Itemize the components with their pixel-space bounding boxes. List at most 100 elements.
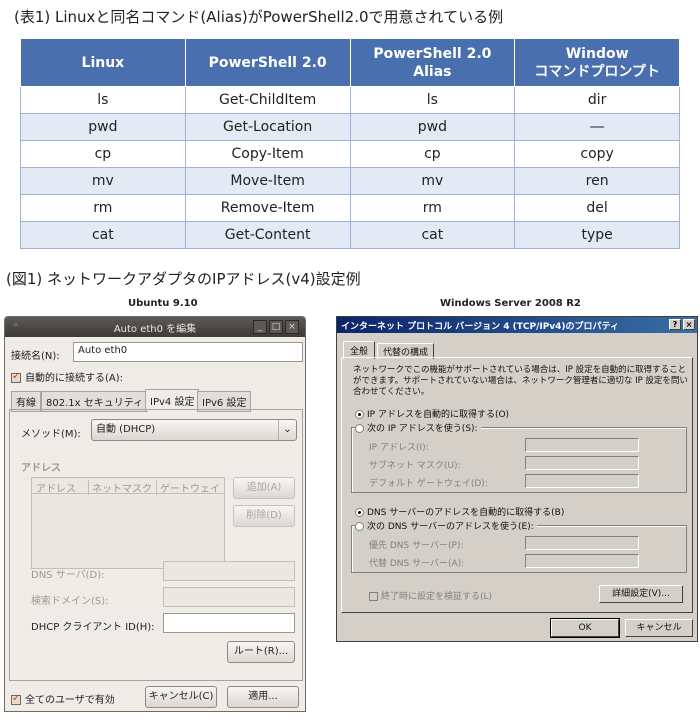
ok-button[interactable]: OK xyxy=(550,618,620,638)
maximize-icon[interactable]: □ xyxy=(269,320,283,334)
table-row: cat Get-Content cat type xyxy=(20,221,680,249)
table-row: cp Copy-Item cp copy xyxy=(20,140,680,168)
apply-button[interactable]: 適用... xyxy=(227,686,299,708)
delete-button[interactable]: 削除(D) xyxy=(233,505,295,527)
close-icon[interactable]: × xyxy=(285,320,299,334)
cmd-cell: copy xyxy=(514,140,680,168)
ip-manual-radio-row[interactable]: 次の IP アドレスを使う(S): xyxy=(355,421,481,434)
ip-manual-radio[interactable] xyxy=(355,424,364,433)
alias-cell: cat xyxy=(349,221,516,249)
header-powershell: PowerShell 2.0 xyxy=(184,38,351,87)
table-caption: (表1) Linuxと同名コマンド(Alias)がPowerShell2.0で用… xyxy=(14,8,504,26)
dns-manual-radio-row[interactable]: 次の DNS サーバーのアドレスを使う(E): xyxy=(355,519,537,532)
table-row: mv Move-Item mv ren xyxy=(20,167,680,195)
powershell-cell: Move-Item xyxy=(184,167,351,195)
method-select[interactable]: 自動 (DHCP) ⌄ xyxy=(91,419,297,441)
table-row: ls Get-ChildItem ls dir xyxy=(20,86,680,114)
alias-cell: rm xyxy=(349,194,516,222)
powershell-cell: Remove-Item xyxy=(184,194,351,222)
address-list: アドレス ネットマスク ゲートウェイ xyxy=(31,477,225,569)
table-row: pwd Get-Location pwd ― xyxy=(20,113,680,141)
connection-name-label: 接続名(N): xyxy=(11,351,60,362)
alias-cell: cp xyxy=(349,140,516,168)
linux-cell: pwd xyxy=(20,113,186,141)
cmd-cell: del xyxy=(514,194,680,222)
subnet-mask-field[interactable] xyxy=(525,456,639,470)
alternate-dns-field[interactable] xyxy=(525,554,639,568)
tab-ipv4-settings[interactable]: IPv4 設定 xyxy=(145,389,200,411)
header-powershell-alias: PowerShell 2.0 Alias xyxy=(349,38,516,87)
header-linux: Linux xyxy=(20,38,186,87)
table-row: rm Remove-Item rm del xyxy=(20,194,680,222)
netmask-column-header: ネットマスク xyxy=(88,480,152,495)
add-button[interactable]: 追加(A) xyxy=(233,477,295,499)
cmd-cell: dir xyxy=(514,86,680,114)
ip-address-field[interactable] xyxy=(525,438,639,452)
subnet-mask-label: サブネット マスク(U): xyxy=(369,461,461,471)
all-users-checkbox-row[interactable]: 全てのユーザで有効 xyxy=(11,691,115,706)
cmd-cell: type xyxy=(514,221,680,249)
linux-cell: ls xyxy=(20,86,186,114)
dns-auto-label: DNS サーバーのアドレスを自動的に取得する(B) xyxy=(367,508,565,518)
validate-checkbox-row[interactable]: 終了時に設定を検証する(L) xyxy=(369,589,492,602)
ip-manual-label: 次の IP アドレスを使う(S): xyxy=(367,424,478,434)
all-users-label: 全てのユーザで有効 xyxy=(25,695,115,706)
cancel-button[interactable]: キャンセル xyxy=(625,619,693,637)
address-list-header: アドレス ネットマスク ゲートウェイ xyxy=(32,478,224,495)
powershell-cell: Copy-Item xyxy=(184,140,351,168)
powershell-cell: Get-Content xyxy=(184,221,351,249)
dhcp-client-id-input[interactable] xyxy=(163,613,295,633)
address-section-label: アドレス xyxy=(21,463,61,474)
auto-connect-checkbox[interactable] xyxy=(11,371,21,383)
default-gateway-label: デフォルト ゲートウェイ(D): xyxy=(369,479,488,489)
all-users-checkbox[interactable] xyxy=(11,693,21,705)
dhcp-client-id-label: DHCP クライアント ID(H): xyxy=(31,622,155,633)
validate-label: 終了時に設定を検証する(L) xyxy=(381,592,493,602)
linux-cell: mv xyxy=(20,167,186,195)
search-domain-input[interactable] xyxy=(163,587,295,607)
help-icon[interactable]: ? xyxy=(669,319,681,330)
table-header-row: Linux PowerShell 2.0 PowerShell 2.0 Alia… xyxy=(20,38,680,87)
connection-name-input[interactable]: Auto eth0 xyxy=(73,342,303,362)
alias-cell: pwd xyxy=(349,113,516,141)
linux-cell: cp xyxy=(20,140,186,168)
cmd-cell: ren xyxy=(514,167,680,195)
method-value: 自動 (DHCP) xyxy=(96,424,156,435)
dns-auto-radio[interactable] xyxy=(355,508,364,517)
linux-cell: cat xyxy=(20,221,186,249)
default-gateway-field[interactable] xyxy=(525,474,639,488)
figure-caption: (図1) ネットワークアダプタのIPアドレス(v4)設定例 xyxy=(6,270,361,288)
ip-auto-radio-row[interactable]: IP アドレスを自動的に取得する(O) xyxy=(355,407,509,420)
alternate-dns-label: 代替 DNS サーバー(A): xyxy=(369,559,465,569)
ip-auto-radio[interactable] xyxy=(355,410,364,419)
address-column-header: アドレス xyxy=(36,484,76,495)
dns-input[interactable] xyxy=(163,561,295,581)
close-icon[interactable]: × xyxy=(683,319,695,330)
ip-auto-label: IP アドレスを自動的に取得する(O) xyxy=(367,410,510,420)
ubuntu-titlebar[interactable]: ◦ Auto eth0 を編集 _ □ × xyxy=(5,317,305,337)
windows-titlebar[interactable]: インターネット プロトコル バージョン 4 (TCP/IPv4)のプロパティ ?… xyxy=(337,317,697,333)
search-domain-label: 検索ドメイン(S): xyxy=(31,596,109,607)
dns-label: DNS サーバ(D): xyxy=(31,570,105,581)
advanced-button[interactable]: 詳細設定(V)... xyxy=(599,585,683,603)
preferred-dns-field[interactable] xyxy=(525,536,639,550)
chevron-down-icon: ⌄ xyxy=(278,420,296,440)
minimize-icon[interactable]: _ xyxy=(253,320,267,334)
method-label: メソッド(M): xyxy=(21,429,81,440)
header-command-prompt: Window コマンドプロンプト xyxy=(514,38,680,87)
gateway-column-header: ゲートウェイ xyxy=(156,480,220,495)
description-text: ネットワークでこの機能がサポートされている場合は、IP 設定を自動的に取得するこ… xyxy=(353,365,688,397)
ip-address-label: IP アドレス(I): xyxy=(369,443,429,453)
dns-manual-radio[interactable] xyxy=(355,522,364,531)
windows-ipv4-properties-dialog: インターネット プロトコル バージョン 4 (TCP/IPv4)のプロパティ ?… xyxy=(336,316,698,642)
powershell-cell: Get-ChildItem xyxy=(184,86,351,114)
ubuntu-edit-dialog: ◦ Auto eth0 を編集 _ □ × 接続名(N): Auto eth0 … xyxy=(4,316,306,712)
cancel-button[interactable]: キャンセル(C) xyxy=(145,686,217,708)
ubuntu-caption: Ubuntu 9.10 xyxy=(128,298,198,309)
auto-connect-checkbox-row[interactable]: 自動的に接続する(A): xyxy=(11,369,123,384)
alias-cell: ls xyxy=(349,86,516,114)
dns-auto-radio-row[interactable]: DNS サーバーのアドレスを自動的に取得する(B) xyxy=(355,505,564,518)
linux-cell: rm xyxy=(20,194,186,222)
route-button[interactable]: ルート(R)... xyxy=(227,641,295,663)
validate-checkbox[interactable] xyxy=(369,592,378,601)
